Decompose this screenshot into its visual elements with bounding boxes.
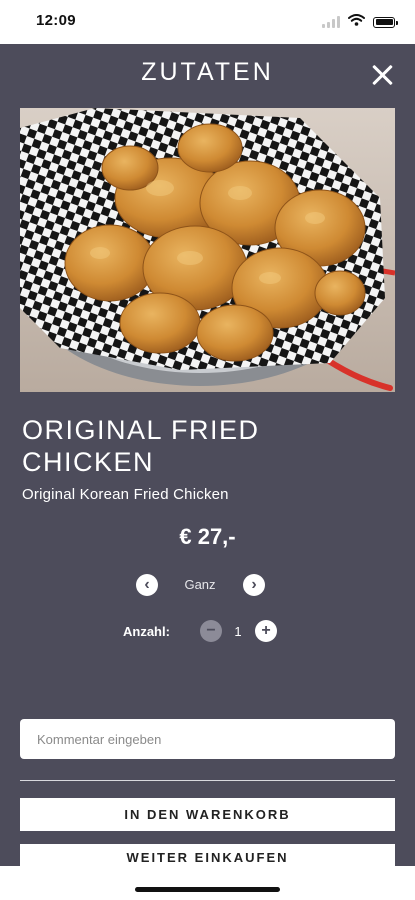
variant-label: Ganz xyxy=(184,577,216,592)
quantity-stepper: Anzahl: − 1 + xyxy=(0,620,415,644)
product-price: € 27,- xyxy=(179,524,236,549)
divider xyxy=(20,780,395,781)
close-icon[interactable] xyxy=(371,64,393,86)
status-icons xyxy=(322,13,398,31)
battery-icon xyxy=(373,16,398,28)
variant-selector: ‹ Ganz › xyxy=(0,574,415,598)
quantity-label: Anzahl: xyxy=(123,624,170,639)
status-time: 12:09 xyxy=(36,12,76,29)
signal-icon xyxy=(322,16,340,28)
product-image xyxy=(20,108,395,392)
product-description: Original Korean Fried Chicken xyxy=(22,486,229,503)
quantity-value: 1 xyxy=(234,624,242,639)
comment-input[interactable] xyxy=(35,730,380,748)
chevron-left-icon[interactable]: ‹ xyxy=(136,574,158,596)
chevron-right-icon[interactable]: › xyxy=(243,574,265,596)
continue-shopping-button[interactable]: WEITER EINKAUFEN xyxy=(20,844,395,866)
home-indicator xyxy=(135,887,280,892)
comment-field-container xyxy=(20,719,395,759)
product-title: ORIGINAL FRIED CHICKEN xyxy=(22,415,260,477)
plus-icon[interactable]: + xyxy=(255,620,277,642)
wifi-icon xyxy=(348,13,365,31)
minus-icon[interactable]: − xyxy=(200,620,222,642)
add-to-cart-button[interactable]: IN DEN WARENKORB xyxy=(20,798,395,831)
status-bar: 12:09 xyxy=(0,0,415,44)
product-detail-panel: ZUTATEN ORIGINAL FRIED CHICKEN Original … xyxy=(0,44,415,866)
page-title: ZUTATEN xyxy=(141,58,274,86)
